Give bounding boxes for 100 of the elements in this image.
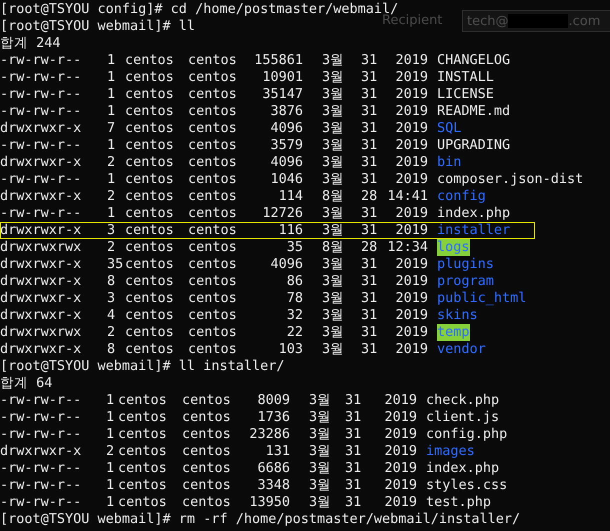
- total-line: 합계 64: [0, 375, 52, 391]
- link-count: 1: [106, 494, 116, 511]
- owner-text: centos: [118, 392, 168, 409]
- file-name: CHANGELOG: [437, 52, 510, 69]
- total-line: 합계 244: [0, 35, 61, 51]
- permissions-text: -rw-rw-r--: [0, 392, 82, 409]
- owner-text: centos: [125, 103, 175, 120]
- date-month: 3월: [321, 341, 346, 358]
- date-day: 31: [361, 137, 385, 154]
- file-size: 86: [286, 273, 303, 290]
- file-name: composer.json-dist: [437, 171, 584, 188]
- time-text: 2019: [394, 171, 428, 188]
- time-text: 2019: [383, 426, 417, 443]
- date-month: 3월: [321, 171, 346, 188]
- time-text: 2019: [394, 120, 428, 137]
- file-size: 4096: [269, 120, 303, 137]
- group-text: centos: [188, 290, 238, 307]
- link-count: 1: [106, 392, 116, 409]
- date-day: 31: [361, 120, 385, 137]
- date-month: 3월: [321, 324, 346, 341]
- group-text: centos: [188, 205, 238, 222]
- date-month: 3월: [308, 477, 332, 494]
- group-text: centos: [188, 171, 238, 188]
- date-day: 31: [345, 477, 381, 494]
- group-text: centos: [182, 477, 232, 494]
- link-count: 1: [106, 409, 116, 426]
- time-text: 2019: [394, 52, 428, 69]
- group-text: centos: [188, 341, 238, 358]
- date-month: 3월: [321, 86, 346, 103]
- group-text: centos: [188, 86, 238, 103]
- owner-text: centos: [118, 460, 168, 477]
- file-size: 3579: [269, 137, 303, 154]
- file-size: 32: [286, 307, 303, 324]
- time-text: 12:34: [386, 239, 428, 256]
- link-count: 1: [106, 426, 116, 443]
- date-month: 3월: [321, 103, 346, 120]
- file-name: test.php: [426, 494, 492, 511]
- owner-text: centos: [125, 205, 175, 222]
- group-text: centos: [182, 443, 232, 460]
- date-month: 3월: [321, 256, 346, 273]
- file-size: 1046: [269, 171, 303, 188]
- date-month: 3월: [321, 120, 346, 137]
- permissions-text: -rw-rw-r--: [0, 494, 82, 511]
- time-text: 2019: [394, 222, 428, 239]
- time-text: 2019: [394, 86, 428, 103]
- file-size: 12726: [261, 205, 303, 222]
- permissions-text: drwxrwxr-x: [0, 256, 82, 273]
- group-text: centos: [188, 222, 238, 239]
- time-text: 2019: [394, 273, 428, 290]
- file-size: 103: [278, 341, 303, 358]
- group-text: centos: [182, 426, 232, 443]
- recipient-field[interactable]: tech@ .com: [462, 10, 610, 32]
- date-day: 31: [361, 52, 385, 69]
- group-text: centos: [188, 256, 238, 273]
- link-count: 1: [106, 477, 116, 494]
- time-text: 2019: [394, 69, 428, 86]
- date-month: 3월: [308, 409, 332, 426]
- permissions-text: drwxrwxr-x: [0, 188, 82, 205]
- date-day: 31: [345, 443, 381, 460]
- group-text: centos: [188, 239, 238, 256]
- time-text: 2019: [383, 460, 417, 477]
- date-month: 3월: [321, 273, 346, 290]
- time-text: 2019: [394, 341, 428, 358]
- group-text: centos: [188, 154, 238, 171]
- owner-text: centos: [125, 256, 175, 273]
- date-month: 3월: [321, 52, 346, 69]
- permissions-text: drwxrwxr-x: [0, 341, 82, 358]
- date-day: 31: [345, 460, 381, 477]
- time-text: 2019: [394, 137, 428, 154]
- file-size: 35: [286, 239, 303, 256]
- group-text: centos: [182, 409, 232, 426]
- date-day: 28: [361, 188, 385, 205]
- date-month: 3월: [308, 426, 332, 443]
- permissions-text: -rw-rw-r--: [0, 426, 82, 443]
- owner-text: centos: [125, 69, 175, 86]
- file-size: 1736: [256, 409, 290, 426]
- date-month: 3월: [308, 494, 332, 511]
- group-text: centos: [188, 137, 238, 154]
- permissions-text: -rw-rw-r--: [0, 171, 82, 188]
- permissions-text: -rw-rw-r--: [0, 205, 82, 222]
- command-line: [root@TSYOU webmail]# rm -rf /home/postmaster/webmail/installer/: [0, 511, 520, 527]
- owner-text: centos: [125, 341, 175, 358]
- group-text: centos: [188, 103, 238, 120]
- time-text: 2019: [394, 324, 428, 341]
- time-text: 2019: [383, 477, 417, 494]
- time-text: 2019: [394, 154, 428, 171]
- link-count: 1: [107, 86, 116, 103]
- date-day: 31: [361, 205, 385, 222]
- directory-name: config: [437, 188, 486, 205]
- group-text: centos: [188, 69, 238, 86]
- permissions-text: -rw-rw-r--: [0, 69, 82, 86]
- file-size: 22: [286, 324, 303, 341]
- date-day: 31: [361, 86, 385, 103]
- permissions-text: -rw-rw-r--: [0, 409, 82, 426]
- owner-text: centos: [118, 477, 168, 494]
- directory-name: SQL: [437, 120, 462, 137]
- time-text: 2019: [394, 256, 428, 273]
- link-count: 2: [107, 154, 116, 171]
- file-size: 23286: [248, 426, 290, 443]
- file-name: styles.css: [426, 477, 508, 494]
